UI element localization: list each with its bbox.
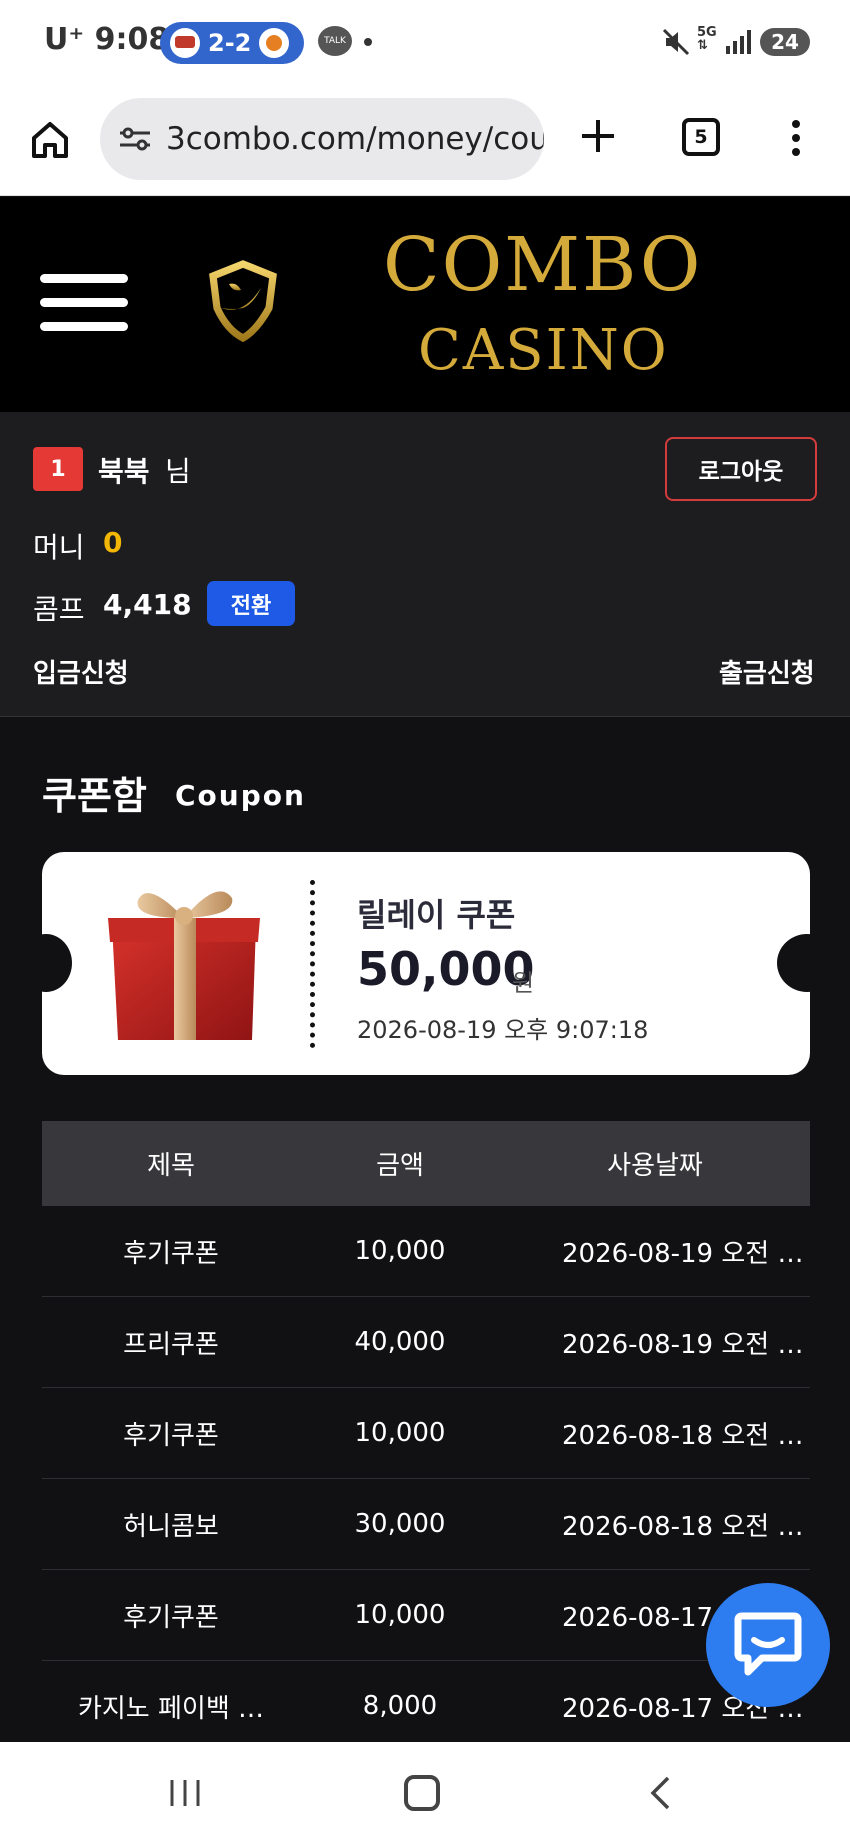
coupon-date: 2026-08-19 오후 9:07:18 [357,1016,649,1044]
row-date: 2026-08-18 오전 … [562,1511,804,1542]
row-title: 후기쿠폰 [123,1238,219,1269]
convert-button[interactable]: 전환 [207,581,295,626]
table-row: 카지노 페이백 … 8,000 2026-08-17 오전 … [42,1661,810,1752]
hamburger-menu-icon[interactable] [40,270,130,336]
page-title: 쿠폰함 [42,774,147,818]
row-date: 2026-08-18 오전 … [562,1420,804,1451]
new-tab-icon[interactable] [578,116,618,156]
network-label: 5G [697,25,717,40]
browser-toolbar: 3combo.com/money/cou 5 [0,86,850,196]
username: 북북 [98,455,150,488]
column-header-amount: 금액 [376,1151,424,1181]
column-header-date: 사용날짜 [607,1151,703,1181]
row-amount: 40,000 [354,1327,446,1357]
row-date: 2026-08-19 오전 … [562,1238,804,1269]
table-header: 제목 금액 사용날짜 [42,1121,810,1206]
row-title: 후기쿠폰 [123,1420,219,1451]
row-amount: 8,000 [362,1691,438,1721]
status-bar: U⁺ 9:08 2-2 TALK 5G ⇅ 24 [0,0,850,86]
tab-switcher-button[interactable]: 5 [682,118,720,156]
logout-button[interactable]: 로그아웃 [665,437,817,501]
row-title: 카지노 페이백 … [77,1693,265,1724]
table-row: 프리쿠폰 40,000 2026-08-19 오전 … [42,1297,810,1388]
page-subtitle: Coupon [175,779,306,812]
ticket-notch-left [20,934,72,992]
coupon-unit: 원 [512,969,535,997]
mute-icon [662,28,690,63]
coupon-name: 릴레이 쿠폰 [357,896,516,934]
chat-icon [734,1612,802,1676]
ticket-notch-right [777,934,837,992]
deposit-request-link[interactable]: 입금신청 [33,653,129,690]
recent-apps-icon[interactable] [168,1778,202,1808]
back-icon[interactable] [648,1775,672,1811]
site-settings-icon[interactable] [118,126,152,152]
url-text: 3combo.com/money/cou [166,121,544,157]
address-bar[interactable]: 3combo.com/money/cou [100,98,544,180]
logo-text-combo: COMBO [383,222,703,308]
signal-icon [726,30,752,54]
shield-logo-icon[interactable] [205,200,385,400]
withdraw-request-link[interactable]: 출금신청 [719,653,815,690]
table-row: 후기쿠폰 10,000 2026-08-18 오전 … [42,1388,810,1479]
more-notifications-dot-icon [364,38,372,46]
row-amount: 30,000 [354,1509,446,1539]
coupon-history-table: 제목 금액 사용날짜 후기쿠폰 10,000 2026-08-19 오전 … 프… [42,1121,810,1752]
team-logo-icon [259,28,290,58]
more-menu-icon[interactable] [790,116,802,160]
home-icon[interactable] [28,118,72,162]
row-amount: 10,000 [354,1236,446,1266]
gift-box-icon [108,891,260,1040]
level-badge: 1 [33,447,83,491]
score-notification[interactable]: 2-2 [160,22,304,64]
row-title: 허니콤보 [123,1511,219,1542]
table-row: 후기쿠폰 10,000 2026-08-17 오전 … [42,1570,810,1661]
column-header-title: 제목 [147,1151,195,1181]
kakaotalk-icon: TALK [318,26,352,56]
row-amount: 10,000 [354,1418,446,1448]
row-amount: 10,000 [354,1600,446,1630]
comp-value: 4,418 [103,588,192,621]
ticket-divider [310,880,316,1048]
table-row: 허니콤보 30,000 2026-08-18 오전 … [42,1479,810,1570]
row-title: 프리쿠폰 [123,1329,219,1360]
live-chat-button[interactable] [706,1583,830,1707]
row-date: 2026-08-19 오전 … [562,1329,804,1360]
honorific: 님 [165,455,191,488]
money-value: 0 [103,526,123,559]
network-5g-icon: 5G ⇅ [697,25,717,53]
team-logo-icon [170,28,200,58]
row-title: 후기쿠폰 [123,1602,219,1633]
score-text: 2-2 [208,29,252,57]
nav-home-icon[interactable] [404,1775,440,1811]
comp-label: 콤프 [33,593,85,626]
logo-text-casino: CASINO [418,318,669,383]
table-row: 후기쿠폰 10,000 2026-08-19 오전 … [42,1206,810,1297]
battery-icon: 24 [760,28,810,56]
money-label: 머니 [33,531,85,564]
status-time: U⁺ 9:08 [44,22,170,57]
coupon-amount: 50,000 [357,942,535,996]
